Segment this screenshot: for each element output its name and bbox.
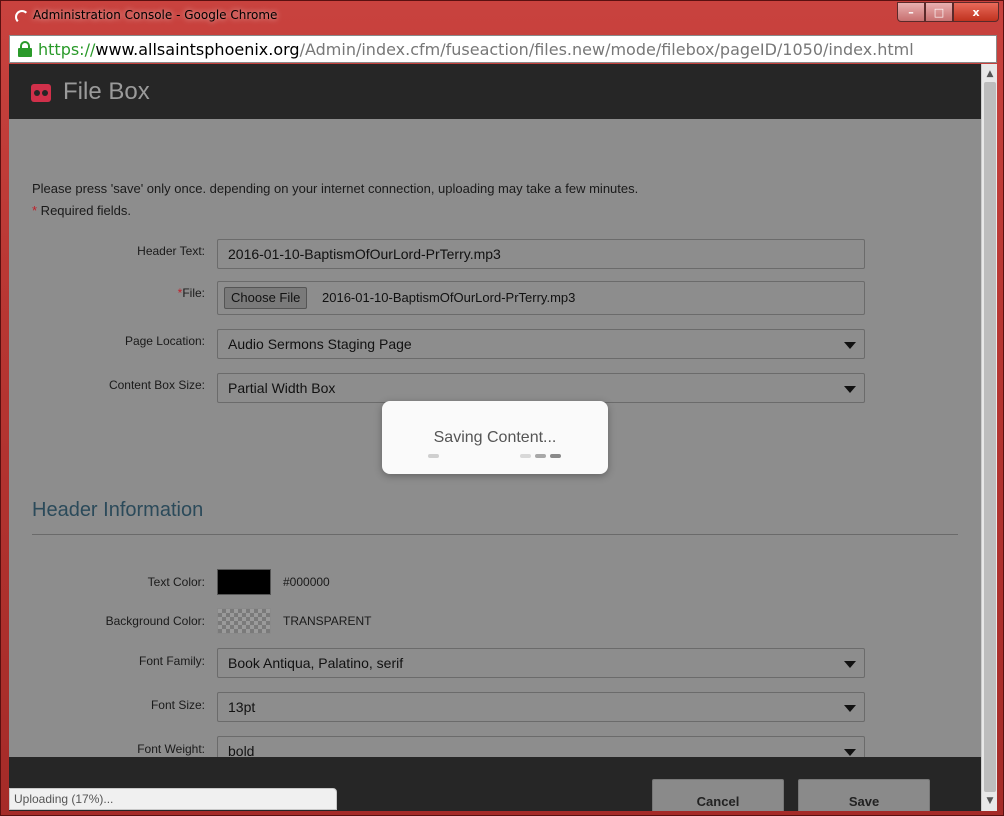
section-divider xyxy=(32,534,958,535)
url-path: /Admin/index.cfm/fuseaction/files.new/mo… xyxy=(299,39,914,59)
header-information-title: Header Information xyxy=(32,499,204,521)
progress-indicator xyxy=(428,454,562,458)
address-bar[interactable]: https://www.allsaintsphoenix.org/Admin/i… xyxy=(9,35,997,63)
header-text-input[interactable]: 2016-01-10-BaptismOfOurLord-PrTerry.mp3 xyxy=(217,239,865,269)
chevron-down-icon xyxy=(844,386,856,393)
saving-text: Saving Content... xyxy=(433,429,557,446)
file-label: *File: xyxy=(9,286,205,300)
upload-notice: Please press 'save' only once. depending… xyxy=(32,181,639,196)
window-title: Administration Console - Google Chrome xyxy=(33,8,278,22)
minimize-button[interactable]: – xyxy=(897,2,925,22)
required-text: Required fields. xyxy=(37,203,132,218)
text-color-swatch[interactable] xyxy=(217,569,271,595)
progress-dot xyxy=(550,454,561,458)
status-bar: Uploading (17%)... xyxy=(9,788,337,810)
browser-window: Administration Console - Google Chrome –… xyxy=(0,0,1004,816)
chevron-down-icon xyxy=(844,342,856,349)
font-size-label: Font Size: xyxy=(150,698,205,712)
scroll-up-icon[interactable]: ▲ xyxy=(982,66,998,82)
page-location-label: Page Location: xyxy=(124,334,205,348)
progress-dot xyxy=(520,454,531,458)
content-box-size-select[interactable]: Partial Width Box xyxy=(217,373,865,403)
saving-modal: Saving Content... xyxy=(382,401,608,474)
header-text-label: Header Text: xyxy=(137,244,205,258)
save-button[interactable]: Save xyxy=(798,779,930,811)
chevron-down-icon xyxy=(844,661,856,668)
secure-lock-icon[interactable] xyxy=(18,41,32,57)
scroll-thumb[interactable] xyxy=(984,82,996,792)
file-name: 2016-01-10-BaptismOfOurLord-PrTerry.mp3 xyxy=(322,290,576,305)
text-color-label: Text Color: xyxy=(147,575,205,589)
filebox-icon xyxy=(31,84,51,102)
url-scheme: https:// xyxy=(38,39,96,59)
text-color-value: #000000 xyxy=(283,575,330,589)
vertical-scrollbar[interactable]: ▲ ▼ xyxy=(981,64,997,811)
file-label-text: File: xyxy=(182,286,205,300)
url-text[interactable]: https://www.allsaintsphoenix.org/Admin/i… xyxy=(38,40,914,59)
filebox-header: File Box xyxy=(9,64,981,119)
font-size-value: 13pt xyxy=(228,699,256,715)
choose-file-button[interactable]: Choose File xyxy=(224,287,308,309)
font-weight-label: Font Weight: xyxy=(137,742,205,756)
background-color-label: Background Color: xyxy=(105,614,205,628)
scroll-down-icon[interactable]: ▼ xyxy=(982,793,998,809)
loading-spinner-icon xyxy=(15,10,29,24)
required-note: * Required fields. xyxy=(32,203,131,218)
url-host: www.allsaintsphoenix.org xyxy=(95,39,300,59)
cancel-button[interactable]: Cancel xyxy=(652,779,784,811)
page-location-value: Audio Sermons Staging Page xyxy=(228,336,412,352)
page-location-select[interactable]: Audio Sermons Staging Page xyxy=(217,329,865,359)
window-controls: – □ x xyxy=(897,2,999,22)
progress-dot xyxy=(428,454,439,458)
chevron-down-icon xyxy=(844,749,856,756)
title-bar: Administration Console - Google Chrome –… xyxy=(1,1,1004,33)
content-box-size-label: Content Box Size: xyxy=(108,378,205,392)
font-family-select[interactable]: Book Antiqua, Palatino, serif xyxy=(217,648,865,678)
font-family-value: Book Antiqua, Palatino, serif xyxy=(228,655,404,671)
background-color-value: TRANSPARENT xyxy=(283,614,372,628)
page-title: File Box xyxy=(63,78,150,105)
font-family-label: Font Family: xyxy=(138,654,205,668)
file-input[interactable]: Choose File 2016-01-10-BaptismOfOurLord-… xyxy=(217,281,865,315)
chevron-down-icon xyxy=(844,705,856,712)
background-color-swatch[interactable] xyxy=(217,608,271,634)
maximize-button[interactable]: □ xyxy=(925,2,953,22)
font-size-select[interactable]: 13pt xyxy=(217,692,865,722)
content-box-size-value: Partial Width Box xyxy=(228,380,336,396)
close-button[interactable]: x xyxy=(953,2,999,22)
progress-dot xyxy=(535,454,546,458)
header-text-value: 2016-01-10-BaptismOfOurLord-PrTerry.mp3 xyxy=(228,246,501,262)
